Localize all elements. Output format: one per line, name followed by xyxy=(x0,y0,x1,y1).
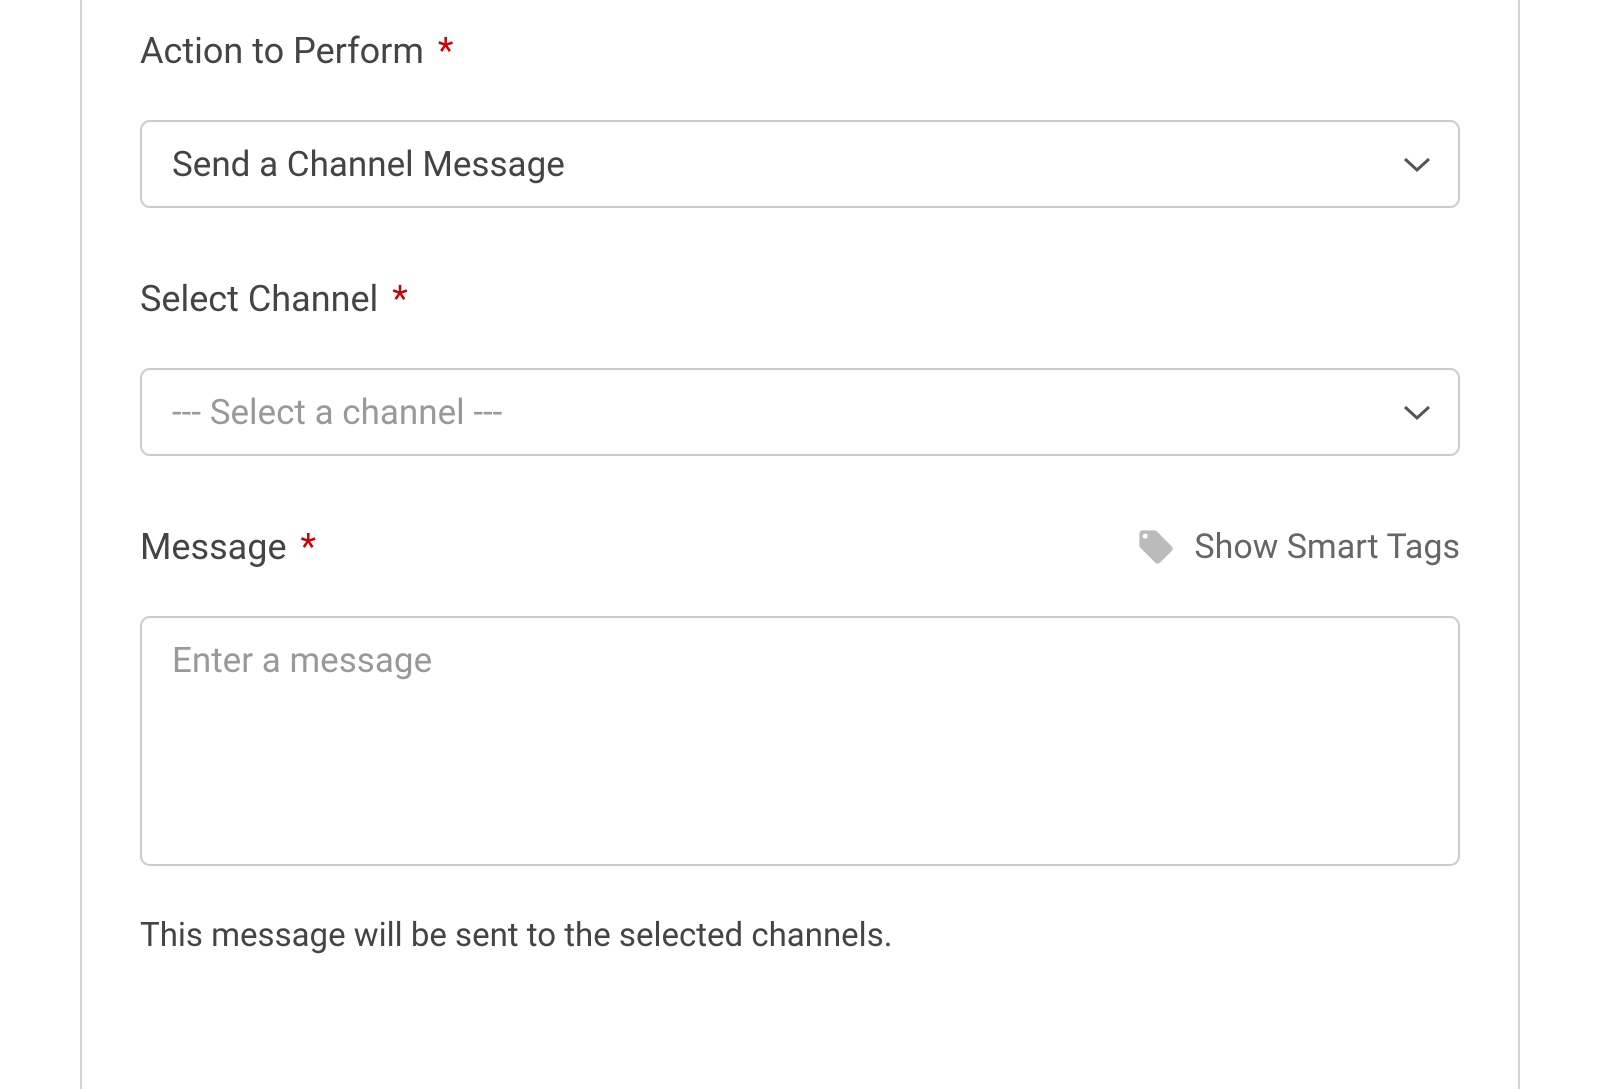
required-asterisk: * xyxy=(392,278,408,320)
message-label: Message xyxy=(140,526,287,568)
smart-tags-label: Show Smart Tags xyxy=(1194,527,1460,567)
action-label-wrapper: Action to Perform * xyxy=(140,30,453,72)
action-select-value: Send a Channel Message xyxy=(172,144,565,185)
channel-label-wrapper: Select Channel * xyxy=(140,278,408,320)
channel-field-group: Select Channel * --- Select a channel --… xyxy=(140,278,1460,456)
show-smart-tags-link[interactable]: Show Smart Tags xyxy=(1136,527,1460,567)
message-label-row: Message * Show Smart Tags xyxy=(140,526,1460,568)
message-field-group: Message * Show Smart Tags This message w… xyxy=(140,526,1460,955)
message-label-wrapper: Message * xyxy=(140,526,316,568)
channel-select[interactable]: --- Select a channel --- xyxy=(140,368,1460,456)
channel-label-row: Select Channel * xyxy=(140,278,1460,320)
message-help-text: This message will be sent to the selecte… xyxy=(140,916,1460,955)
form-container: Action to Perform * Send a Channel Messa… xyxy=(80,0,1520,1089)
required-asterisk: * xyxy=(438,30,454,72)
required-asterisk: * xyxy=(301,526,317,568)
message-textarea[interactable] xyxy=(140,616,1460,866)
channel-select-placeholder: --- Select a channel --- xyxy=(172,392,502,433)
action-label: Action to Perform xyxy=(140,30,424,72)
tag-icon xyxy=(1136,527,1176,567)
action-select-wrapper: Send a Channel Message xyxy=(140,120,1460,208)
action-field-group: Action to Perform * Send a Channel Messa… xyxy=(140,30,1460,208)
channel-select-wrapper: --- Select a channel --- xyxy=(140,368,1460,456)
action-label-row: Action to Perform * xyxy=(140,30,1460,72)
action-select[interactable]: Send a Channel Message xyxy=(140,120,1460,208)
channel-label: Select Channel xyxy=(140,278,378,320)
